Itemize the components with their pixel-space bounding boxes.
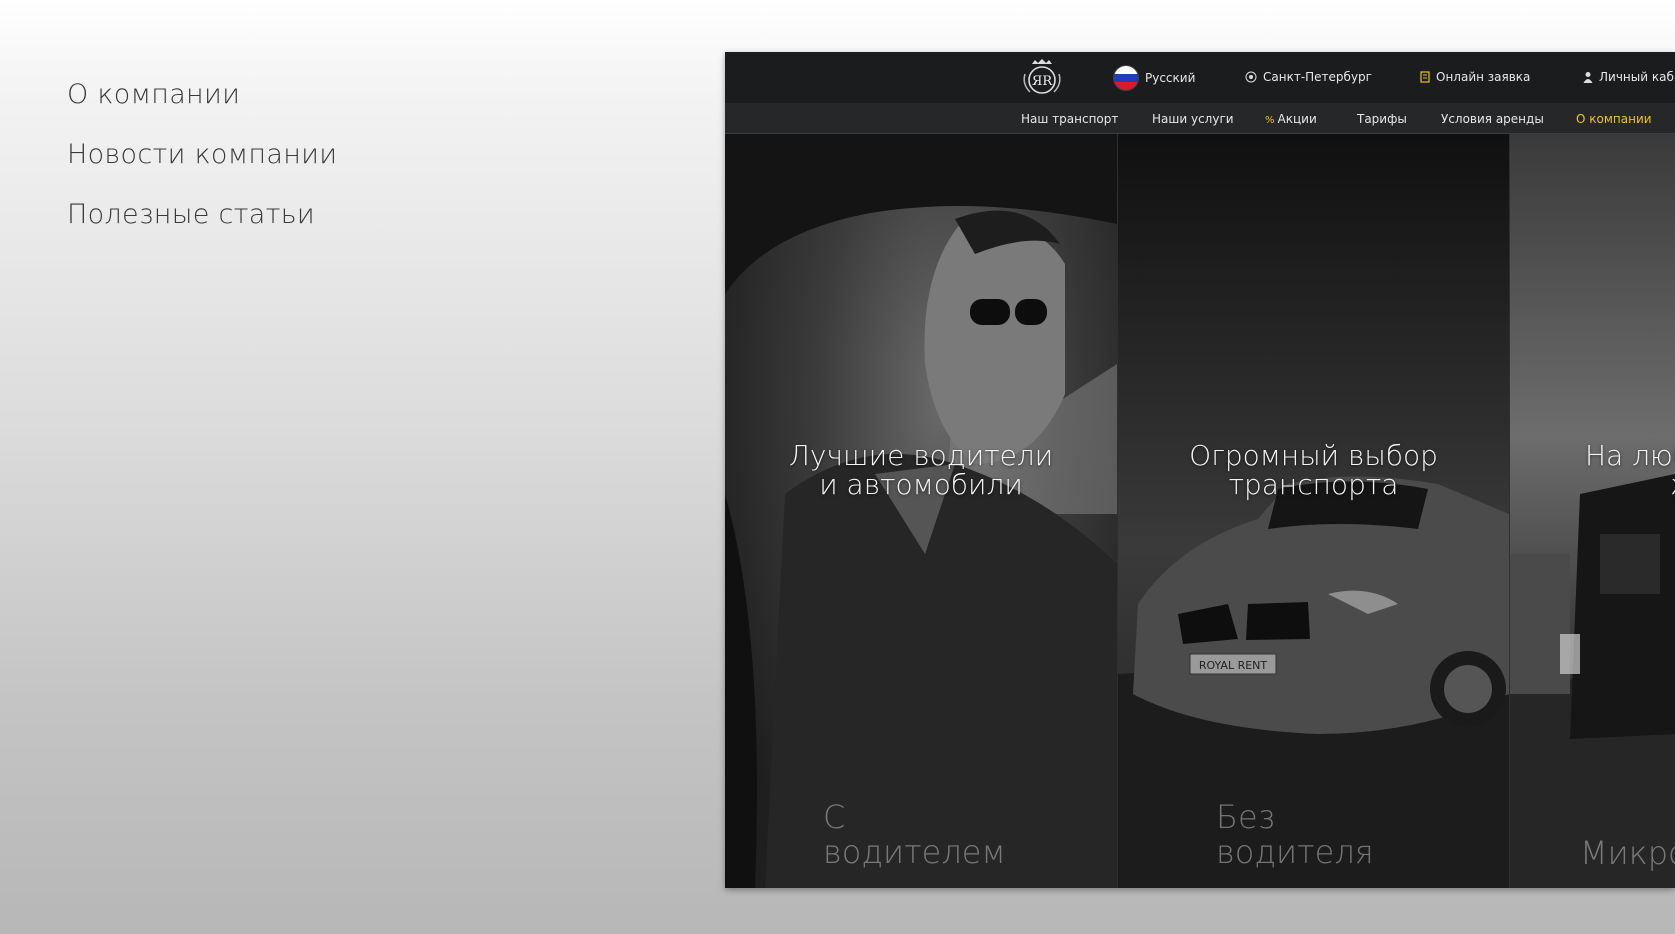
panel-with-driver[interactable]: Лучшие водители и автомобили С водителем bbox=[725, 134, 1117, 888]
personal-cabinet-link[interactable]: Личный кабинет bbox=[1583, 70, 1675, 84]
panel-without-driver[interactable]: ROYAL RENT Огромный выбор транспорта Без… bbox=[1118, 134, 1509, 888]
online-request-link[interactable]: Онлайн заявка bbox=[1420, 70, 1530, 84]
panel-1-label-line1: С bbox=[823, 798, 846, 836]
logo-text: ЯR bbox=[1032, 74, 1053, 89]
russia-flag-icon bbox=[1113, 65, 1139, 91]
license-plate: ROYAL RENT bbox=[1199, 659, 1268, 672]
side-menu-about[interactable]: О компании bbox=[67, 80, 337, 110]
logo-crest[interactable]: ЯR bbox=[1020, 58, 1064, 96]
minibus-photo bbox=[1510, 474, 1675, 888]
panel-1-headline-line2: и автомобили bbox=[819, 468, 1023, 501]
user-icon bbox=[1583, 72, 1593, 83]
personal-cabinet-label: Личный кабинет bbox=[1599, 70, 1675, 84]
panel-1-headline-line1: Лучшие водители bbox=[788, 439, 1054, 472]
site-topbar bbox=[725, 52, 1675, 103]
nav-tariffs[interactable]: Тарифы bbox=[1357, 112, 1407, 126]
panel-2-label: Без водителя bbox=[1216, 800, 1374, 870]
location-pin-icon bbox=[1245, 71, 1257, 83]
online-request-label: Онлайн заявка bbox=[1436, 70, 1531, 84]
language-label: Русский bbox=[1145, 71, 1196, 85]
nav-about[interactable]: О компании bbox=[1576, 112, 1652, 126]
panel-2-label-line1: Без bbox=[1216, 798, 1275, 836]
nav-our-transport[interactable]: Наш транспорт bbox=[1021, 112, 1118, 126]
percent-icon: % bbox=[1265, 115, 1275, 126]
side-menu: О компании Новости компании Полезные ста… bbox=[67, 80, 337, 260]
panel-2-label-line2: водителя bbox=[1216, 833, 1374, 871]
panel-minibuses[interactable]: На любой жанр Микроавтобусы bbox=[1510, 134, 1675, 888]
panel-3-label-line1: Микроавтобусы bbox=[1580, 834, 1675, 872]
panel-3-label: Микроавтобусы bbox=[1580, 836, 1675, 871]
language-switcher[interactable]: Русский bbox=[1113, 65, 1195, 91]
panel-3-headline: На любой жанр bbox=[1585, 441, 1675, 499]
panel-2-headline-line2: транспорта bbox=[1228, 468, 1399, 501]
nav-promotions-label: Акции bbox=[1277, 112, 1317, 126]
car-photo: ROYAL RENT bbox=[1118, 476, 1509, 888]
panel-1-label-line2: водителем bbox=[823, 833, 1006, 871]
side-menu-articles[interactable]: Полезные статьи bbox=[67, 200, 337, 230]
driver-photo bbox=[725, 134, 1117, 888]
city-label: Санкт-Петербург bbox=[1263, 70, 1372, 84]
nav-promotions[interactable]: % Акции bbox=[1265, 112, 1317, 126]
panel-2-headline: Огромный выбор транспорта bbox=[1118, 441, 1509, 499]
nav-our-services[interactable]: Наши услуги bbox=[1152, 112, 1234, 126]
nav-rental-terms[interactable]: Условия аренды bbox=[1441, 112, 1544, 126]
city-selector[interactable]: Санкт-Петербург bbox=[1245, 70, 1372, 84]
panel-2-headline-line1: Огромный выбор bbox=[1189, 439, 1438, 472]
site-screenshot: ЯR Русский Санкт-Петербург Онлайн заявка… bbox=[725, 52, 1675, 888]
panel-3-headline-line2: жанр bbox=[1585, 470, 1675, 499]
document-icon bbox=[1420, 71, 1430, 83]
panel-1-headline: Лучшие водители и автомобили bbox=[725, 441, 1117, 499]
side-menu-news[interactable]: Новости компании bbox=[67, 140, 337, 170]
panel-3-headline-line1: На любой bbox=[1585, 439, 1675, 472]
panel-1-label: С водителем bbox=[823, 800, 1006, 870]
